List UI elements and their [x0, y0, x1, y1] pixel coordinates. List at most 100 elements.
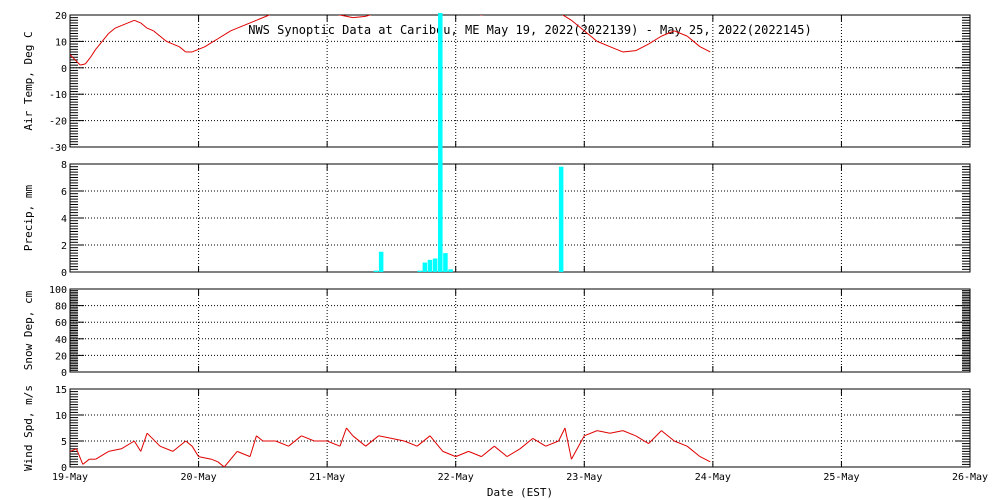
wind_speed-line-segment: [416, 435, 431, 447]
wind_speed-line-segment: [493, 445, 508, 457]
data-precip: [373, 164, 564, 272]
wind_speed-line-segment: [674, 440, 688, 447]
wind_speed-line-segment: [661, 430, 675, 442]
wind_speed-line-segment: [352, 435, 367, 447]
y-tick-label: 15: [55, 385, 67, 396]
wind_speed-line-segment: [133, 440, 142, 452]
air_temp-line-segment: [204, 42, 212, 48]
wind_speed-line-segment: [532, 437, 546, 447]
air_temp-line-segment: [191, 48, 199, 53]
precip-bar: [427, 259, 433, 272]
air_temp-line-segment: [198, 46, 206, 50]
air_temp-line-segment: [108, 27, 116, 34]
y-tick-label: 20: [55, 351, 67, 362]
wind_speed-line-segment: [185, 440, 193, 447]
y-tick-label: 60: [55, 318, 67, 329]
air_temp-line-segment: [172, 43, 180, 48]
air_temp-line-segment: [85, 56, 91, 65]
y-tick-label: 0: [61, 368, 67, 379]
x-tick-label: 26-May: [952, 472, 988, 483]
wind_speed-line-segment: [82, 458, 90, 465]
precip-bar: [432, 258, 438, 272]
wind_speed-line-segment: [217, 461, 225, 467]
air_temp-line-segment: [507, 7, 520, 10]
air_temp-line-segment: [276, 10, 289, 13]
x-axis-label: Date (EST): [487, 486, 553, 499]
y-tick-label: 2: [61, 241, 67, 252]
wind_speed-line-segment: [648, 430, 662, 444]
air_temp-line-segment: [352, 15, 366, 19]
wind_speed-line-segment: [301, 435, 315, 442]
y-tick-label: -30: [49, 143, 67, 154]
wind_speed-line-segment: [622, 430, 636, 437]
y-tick-label: 4: [61, 214, 67, 225]
wind_speed-line-segment: [442, 450, 456, 458]
x-tick-label: 25-May: [823, 472, 859, 483]
air_temp-line-segment: [546, 7, 559, 12]
air_temp-line-segment: [520, 4, 533, 7]
wind_speed-line-segment: [223, 451, 238, 467]
wind_speed-line-segment: [597, 430, 611, 434]
y-tick-label: 6: [61, 187, 67, 198]
panel-snow_depth: 0 20 40 60 80 100 Snow Dep, cm: [22, 285, 971, 379]
x-tick-label: 23-May: [566, 472, 602, 483]
y-tick-label: -10: [49, 90, 67, 101]
air_temp-line-segment: [127, 19, 135, 24]
wind_speed-line-segment: [519, 438, 534, 450]
air_temp-line-segment: [140, 22, 148, 29]
air_temp-line-segment: [686, 35, 701, 48]
air_temp-line-segment: [134, 19, 141, 24]
precip-bar: [378, 251, 384, 272]
air_temp-line-segment: [365, 15, 372, 17]
air_temp-line-segment: [159, 35, 167, 42]
wind_speed-line-segment: [249, 435, 257, 457]
y-tick-label: 80: [55, 302, 67, 313]
wind_speed-line-segment: [198, 456, 212, 460]
y-axis-label: Wind Spd, m/s: [22, 385, 35, 471]
air_temp-line-segment: [90, 49, 97, 58]
air_temp-line-segment: [314, 10, 327, 13]
panel-frame: [69, 288, 971, 373]
air_temp-line-segment: [178, 46, 187, 53]
wind_speed-line-segment: [564, 427, 572, 460]
data-wind_speed: [70, 427, 711, 467]
air_temp-line-segment: [561, 15, 572, 21]
y-axis-label: Snow Dep, cm: [22, 290, 35, 370]
wind_speed-line-segment: [570, 435, 585, 460]
y-tick-label: 0: [61, 64, 67, 75]
wind_speed-line-segment: [346, 427, 354, 437]
y-tick-label: -20: [49, 117, 67, 128]
precip-bar: [558, 166, 564, 272]
air_temp-line-segment: [114, 25, 122, 29]
air_temp-line-segment: [230, 27, 238, 32]
wind_speed-line-segment: [236, 450, 251, 458]
x-tick-label: 21-May: [309, 472, 345, 483]
air_temp-line-segment: [95, 41, 103, 50]
wind_speed-line-segment: [256, 435, 264, 442]
air_temp-line-segment: [101, 33, 109, 42]
precip-bar: [373, 270, 379, 272]
wind_speed-line-segment: [378, 435, 392, 439]
wind_speed-line-segment: [506, 448, 521, 458]
air_temp-line-segment: [236, 25, 244, 29]
wind_speed-line-segment: [121, 440, 135, 450]
air_temp-line-segment: [596, 40, 611, 48]
wind_speed-line-segment: [545, 440, 559, 447]
air_temp-line-segment: [699, 46, 711, 53]
wind_speed-line-segment: [686, 445, 701, 457]
precip-bar: [443, 253, 448, 272]
wind_speed-line-segment: [191, 445, 199, 457]
wind_speed-line-segment: [404, 440, 418, 447]
wind_speed-line-segment: [326, 440, 341, 447]
air_temp-line-segment: [391, 7, 404, 10]
panel-frame: [69, 388, 971, 468]
y-axis-label: Air Temp, Deg C: [22, 31, 35, 130]
y-tick-label: 8: [61, 160, 67, 171]
wind_speed-line-segment: [468, 450, 482, 458]
wind_speed-line-segment: [609, 430, 623, 434]
y-tick-label: 10: [55, 37, 67, 48]
y-tick-label: 0: [61, 268, 67, 279]
wind_speed-line-segment: [699, 456, 711, 463]
x-tick-label: 20-May: [181, 472, 217, 483]
wind_speed-line-segment: [635, 435, 649, 445]
